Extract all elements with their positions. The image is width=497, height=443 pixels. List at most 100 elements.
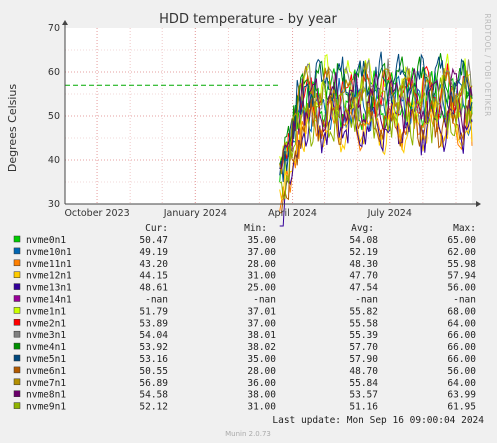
legend-value-avg: 51.16 [349,402,378,413]
legend-value-min: -nan [253,295,276,306]
legend-value-max: 68.00 [447,306,476,317]
legend-swatch [13,354,21,362]
y-axis-arrow [62,20,68,25]
legend-swatch [13,259,21,267]
legend-value-avg: 55.84 [349,378,378,389]
legend-swatch [13,330,21,338]
legend-value-max: 66.00 [447,354,476,365]
side-label: RRDTOOL / TOBI OETIKER [483,13,492,116]
legend-series-name: nvme11n1 [26,259,72,270]
legend-swatch [13,283,21,290]
legend-swatch [13,307,21,314]
legend-swatch [13,295,21,302]
y-tick-label: 60 [48,67,60,78]
legend-value-min: 37.01 [247,306,276,317]
legend-swatch [13,247,21,255]
legend-value-max: 56.00 [447,366,476,377]
legend-swatch [13,366,21,374]
legend-value-min: 37.00 [247,247,276,258]
legend-value-max: 66.00 [447,342,476,353]
legend-value-cur: 48.61 [139,283,168,294]
x-tick-label: October 2023 [64,208,129,219]
y-tick-label: 70 [48,23,60,34]
legend-value-min: 25.00 [247,283,276,294]
legend-value-min: 38.00 [247,390,276,401]
x-axis-arrow [476,201,481,207]
legend-series-name: nvme9n1 [26,402,66,413]
legend-swatch [13,235,21,243]
x-tick-label: July 2024 [367,208,412,219]
legend-value-avg: 57.70 [349,342,378,353]
legend-value-avg: 54.08 [349,235,378,246]
chart-title: HDD temperature - by year [159,12,337,27]
legend-value-cur: 49.19 [139,247,168,258]
col-avg-header: Avg: [351,223,374,234]
legend-series-name: nvme5n1 [26,354,66,365]
legend-value-max: 65.00 [447,235,476,246]
legend-value-min: 31.00 [247,402,276,413]
legend-value-min: 36.00 [247,378,276,389]
legend-value-max: 56.00 [447,283,476,294]
legend-swatch [13,402,21,409]
legend-value-cur: 44.15 [139,271,168,282]
legend-value-cur: 50.55 [139,366,168,377]
legend-value-avg: 57.90 [349,354,378,365]
col-cur-header: Cur: [145,223,168,234]
legend-value-avg: 52.19 [349,247,378,258]
legend-series-name: nvme13n1 [26,283,72,294]
legend-series-name: nvme6n1 [26,366,66,377]
legend-series-name: nvme0n1 [26,235,66,246]
legend-value-avg: -nan [355,295,378,306]
legend-series-name: nvme10n1 [26,247,72,258]
legend-value-max: 61.95 [447,402,476,413]
legend-value-cur: 54.04 [139,330,168,341]
legend-value-avg: 48.70 [349,366,378,377]
legend-series-name: nvme4n1 [26,342,66,353]
legend-value-max: 63.99 [447,390,476,401]
legend-value-cur: 43.20 [139,259,168,270]
legend-value-max: 62.00 [447,247,476,258]
legend-series-name: nvme7n1 [26,378,66,389]
col-min-header: Min: [244,223,267,234]
legend: nvme0n1 50.47 35.00 54.08 65.00 nvme10n1 49.19… [13,235,476,413]
legend-value-min: 31.00 [247,271,276,282]
legend-value-cur: 53.92 [139,342,168,353]
legend-series-name: nvme3n1 [26,330,66,341]
legend-series-name: nvme12n1 [26,271,72,282]
y-tick-label: 30 [48,199,60,210]
legend-series-name: nvme8n1 [26,390,66,401]
legend-value-min: 35.00 [247,354,276,365]
legend-value-min: 28.00 [247,366,276,377]
legend-series-name: nvme14n1 [26,295,72,306]
legend-value-max: 66.00 [447,330,476,341]
legend-value-min: 38.02 [247,342,276,353]
legend-value-cur: 56.89 [139,378,168,389]
y-tick-label: 40 [48,155,60,166]
legend-value-max: 64.00 [447,378,476,389]
y-tick-label: 50 [48,111,60,122]
legend-value-cur: 52.12 [139,402,168,413]
legend-value-max: 55.98 [447,259,476,270]
y-axis-label: Degrees Celsius [6,84,19,173]
legend-swatch [13,390,21,397]
legend-value-avg: 55.39 [349,330,378,341]
legend-value-max: 57.94 [447,271,476,282]
legend-value-max: -nan [453,295,476,306]
legend-value-avg: 53.57 [349,390,378,401]
x-tick-label: January 2024 [163,208,227,219]
munin-footer: Munin 2.0.73 [225,430,271,438]
last-update: Last update: Mon Sep 16 09:00:04 2024 [272,415,484,426]
x-tick-labels: October 2023 January 2024 April 2024 July 2… [64,208,411,219]
legend-swatch [13,342,21,350]
legend-value-avg: 47.54 [349,283,378,294]
legend-value-cur: 53.16 [139,354,168,365]
legend-value-max: 64.00 [447,318,476,329]
legend-header: Cur: Min: Avg: Max: [145,223,476,234]
legend-value-avg: 47.70 [349,271,378,282]
legend-swatch [13,378,21,386]
y-tick-labels: 30 40 50 60 70 [48,23,60,210]
legend-value-cur: 50.47 [139,235,168,246]
legend-value-avg: 55.82 [349,306,378,317]
legend-value-cur: -nan [145,295,168,306]
legend-swatch [13,271,21,278]
